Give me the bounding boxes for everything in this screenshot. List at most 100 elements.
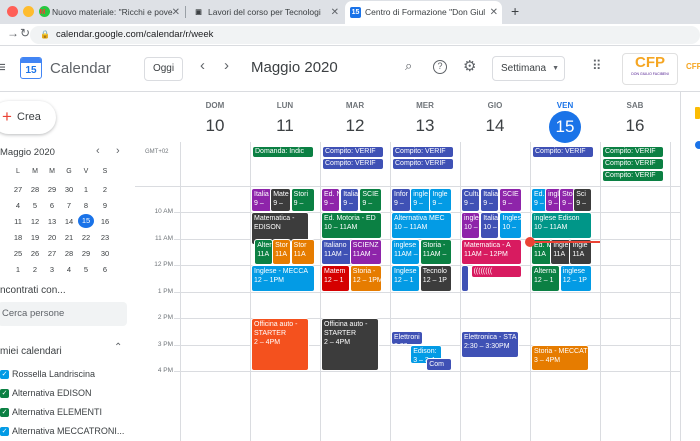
calendar-event[interactable]: Italia 10 – [480, 212, 500, 239]
mini-calendar-day[interactable]: 19 [27, 233, 43, 242]
keep-icon[interactable] [695, 107, 700, 119]
calendar-event[interactable]: Tecnolo 12 – 1P [419, 265, 452, 292]
calendar-event[interactable]: inglese 12 – 1P [559, 265, 592, 292]
calendar-event[interactable]: Italia 9 – [480, 188, 500, 212]
mini-calendar-day[interactable]: 5 [78, 265, 94, 274]
calendar-event[interactable]: Italia 9 – [340, 188, 360, 212]
calendar-event[interactable]: Matem 12 – 1 [321, 265, 350, 292]
day-column[interactable]: SAB 16 [600, 92, 670, 441]
mini-calendar-day[interactable]: 29 [44, 185, 60, 194]
calendar-event[interactable]: Officina auto - STARTER 2 – 4PM [251, 318, 309, 371]
mini-calendar-day[interactable]: 28 [27, 185, 43, 194]
all-day-event[interactable]: Compito: VERIF [392, 158, 454, 170]
calendar-event[interactable]: Storia -11AM – [419, 238, 452, 265]
calendar-event[interactable]: Ingle 9 – [429, 188, 452, 212]
calendar-event[interactable]: SCIENZ 11AM – [349, 238, 382, 265]
mini-calendar-day[interactable]: 4 [10, 201, 26, 210]
mini-calendar-day[interactable]: 2 [27, 265, 43, 274]
calendar-list-item[interactable]: ✓ Alternativa EDISON [0, 387, 130, 401]
mini-next-icon[interactable]: › [116, 145, 120, 157]
mini-calendar-day[interactable]: 16 [97, 217, 113, 226]
calendar-event[interactable]: Mate 9 – [270, 188, 292, 212]
day-number[interactable]: 13 [390, 116, 460, 136]
mini-calendar-day[interactable]: 18 [10, 233, 26, 242]
mini-calendar-day[interactable]: 6 [97, 265, 113, 274]
calendar-event[interactable]: Sci 9 – [573, 188, 593, 212]
today-button[interactable]: Oggi [144, 57, 183, 81]
mini-calendar-day[interactable]: 15 [78, 214, 94, 228]
browser-tab-classroom[interactable]: M Nuovo materiale: "Ricchi e pove ✕ [32, 1, 184, 24]
mini-calendar-day[interactable]: 12 [27, 217, 43, 226]
calendar-list-item[interactable]: ✓ Rossella Landriscina [0, 368, 130, 382]
calendar-event[interactable]: ingle 9 – [410, 188, 431, 212]
calendar-event[interactable]: Ed. N 9 – [321, 188, 341, 212]
reload-icon[interactable]: ↻ [20, 26, 30, 40]
day-number[interactable]: 16 [600, 116, 670, 136]
create-button[interactable]: + Crea [0, 101, 56, 134]
calendar-event[interactable]: Stori 9 – [290, 188, 315, 212]
checkbox-icon[interactable]: ✓ [0, 389, 9, 398]
mini-calendar-day[interactable]: 30 [97, 249, 113, 258]
apps-grid-icon[interactable]: ⠿ [592, 58, 601, 74]
close-tab-icon[interactable]: ✕ [172, 1, 180, 24]
all-day-event[interactable]: Compito: VERIF [602, 158, 664, 170]
day-number[interactable]: 12 [320, 116, 390, 136]
tasks-icon[interactable] [695, 141, 700, 149]
help-icon[interactable]: ? [433, 60, 447, 74]
mini-calendar-day[interactable]: 11 [10, 217, 26, 226]
mini-calendar-day[interactable]: 6 [44, 201, 60, 210]
checkbox-icon[interactable]: ✓ [0, 370, 9, 379]
calendar-event[interactable]: Elettroni2:30 – [391, 331, 423, 345]
all-day-event[interactable]: Compito: VERIF [322, 146, 384, 158]
calendar-event[interactable]: Elettronica - STA 2:30 – 3:30PM [461, 331, 519, 358]
calendar-list-item[interactable]: ✓ Alternativa ELEMENTI [0, 406, 130, 420]
calendar-event[interactable]: Officina auto - STARTER 2 – 4PM [321, 318, 379, 371]
new-tab-button[interactable]: + [511, 3, 519, 19]
mini-calendar-day[interactable]: 1 [78, 185, 94, 194]
day-column[interactable]: DOM 10 [180, 92, 250, 441]
calendar-event[interactable]: Storia - 12 – 1PM [349, 265, 382, 292]
url-field[interactable]: 🔒 calendar.google.com/calendar/r/week [30, 26, 700, 44]
close-tab-icon[interactable]: ✕ [331, 1, 339, 24]
mini-calendar-day[interactable]: 22 [78, 233, 94, 242]
calendar-event[interactable]: Alter 11A [254, 238, 274, 265]
mini-calendar-day[interactable]: 5 [27, 201, 43, 210]
all-day-event[interactable]: Compito: VERIF [322, 158, 384, 170]
calendar-event[interactable]: Alterna 12 – 1 [531, 265, 560, 292]
mini-calendar-day[interactable]: 9 [97, 201, 113, 210]
calendar-event[interactable]: inglese 11AM – [391, 238, 420, 265]
calendar-list-item[interactable]: ✓ Alternativa MECCATRONI... [0, 425, 130, 439]
mini-calendar-day[interactable]: 25 [10, 249, 26, 258]
mini-calendar-day[interactable]: 20 [44, 233, 60, 242]
calendar-event[interactable] [461, 265, 469, 292]
main-menu-icon[interactable]: ≡ [0, 59, 6, 76]
mini-calendar-day[interactable]: 27 [10, 185, 26, 194]
all-day-event[interactable]: Domanda: Indic [252, 146, 314, 158]
mini-calendar-day[interactable]: 28 [61, 249, 77, 258]
day-number-today[interactable]: 15 [549, 111, 581, 143]
day-number[interactable]: 11 [250, 116, 320, 136]
close-tab-icon[interactable]: ✕ [490, 1, 498, 24]
view-selector[interactable]: Settimana ▼ [492, 56, 565, 81]
mini-calendar-day[interactable]: 8 [78, 201, 94, 210]
mini-calendar-day[interactable]: 23 [97, 233, 113, 242]
mini-calendar-day[interactable]: 29 [78, 249, 94, 258]
all-day-event[interactable]: Compito: VERIF [602, 170, 664, 182]
all-day-event[interactable]: Compito: VERIF [532, 146, 594, 158]
checkbox-icon[interactable]: ✓ [0, 408, 9, 417]
calendar-event[interactable]: Italiano 11AM – [321, 238, 352, 265]
all-day-event[interactable]: Compito: VERIF [602, 146, 664, 158]
calendar-event[interactable]: Com [426, 357, 452, 371]
next-week-icon[interactable]: › [224, 57, 229, 74]
mini-calendar-day[interactable]: 13 [44, 217, 60, 226]
close-window-button[interactable] [7, 6, 18, 17]
calendar-event[interactable]: SCIE 9 – [499, 188, 522, 212]
calendar-event[interactable]: (((((((( [470, 265, 522, 279]
calendar-event[interactable]: inglese 10 – [461, 212, 481, 239]
mini-calendar-day[interactable]: 26 [27, 249, 43, 258]
settings-gear-icon[interactable]: ⚙ [463, 57, 476, 75]
calendar-event[interactable]: Stor 11A [290, 238, 315, 265]
day-number[interactable]: 10 [180, 116, 250, 136]
calendar-event[interactable]: Storia - MECCAT 3 – 4PM [531, 344, 589, 371]
calendar-event[interactable]: Alternativa MEC 10 – 11AM [391, 212, 452, 239]
